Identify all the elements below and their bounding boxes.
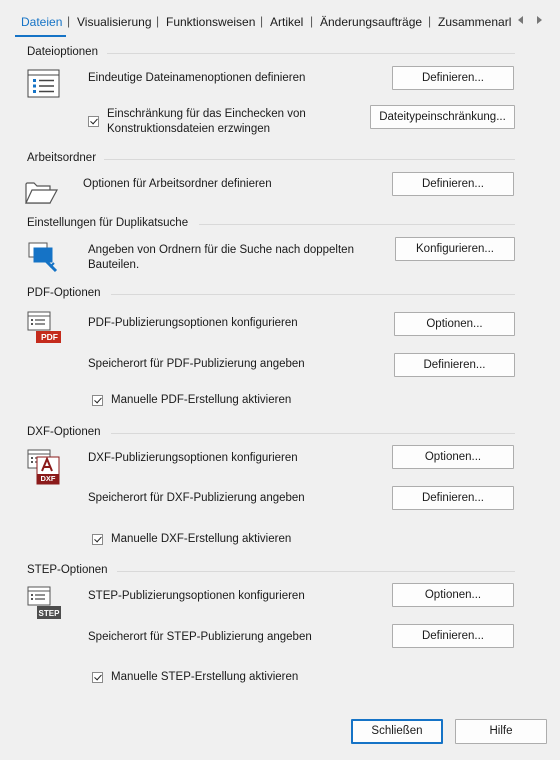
manual-dxf-label: Manuelle DXF-Erstellung aktivieren — [111, 533, 292, 545]
tab-bar: Dateien | Visualisierung | Funktionsweis… — [0, 0, 560, 42]
enforce-checkin-checkbox[interactable] — [88, 116, 99, 127]
define-filename-button[interactable]: Definieren... — [392, 66, 514, 90]
step-badge: STEP — [38, 609, 60, 618]
tab-separator: | — [67, 14, 71, 28]
workspace-options-label: Optionen für Arbeitsordner definieren — [83, 178, 272, 190]
pdf-options-button[interactable]: Optionen... — [394, 312, 515, 336]
tab-separator: | — [428, 14, 432, 28]
tab-separator: | — [310, 14, 314, 28]
filetype-restriction-button[interactable]: Dateitypeinschränkung... — [370, 105, 515, 129]
define-workspace-button[interactable]: Definieren... — [392, 172, 514, 196]
list-document-icon — [27, 69, 61, 102]
section-title-duplicates: Einstellungen für Duplikatsuche — [27, 217, 189, 229]
tab-separator: | — [260, 14, 264, 28]
pdf-location-label: Speicherort für PDF-Publizierung angeben — [88, 358, 305, 370]
tab-scroll-left-icon[interactable] — [518, 16, 523, 24]
manual-pdf-checkbox[interactable] — [92, 395, 103, 406]
tab-zusammenarbeit[interactable]: Zusammenarl — [438, 15, 512, 29]
section-divider — [117, 571, 515, 572]
tab-aenderungsauftraege[interactable]: Änderungsaufträge — [320, 15, 422, 29]
section-divider — [111, 433, 515, 434]
unique-filename-label: Eindeutige Dateinamenoptionen definieren — [88, 72, 306, 84]
section-title-file-options: Dateioptionen — [27, 46, 98, 58]
tab-scroll-right-icon[interactable] — [537, 16, 542, 24]
section-title-dxf: DXF-Optionen — [27, 426, 101, 438]
manual-pdf-label: Manuelle PDF-Erstellung aktivieren — [111, 394, 292, 406]
duplicate-search-icon — [28, 241, 60, 276]
pdf-options-label: PDF-Publizierungsoptionen konfigurieren — [88, 317, 298, 329]
tab-funktionsweisen[interactable]: Funktionsweisen — [166, 15, 255, 29]
manual-step-checkbox[interactable] — [92, 672, 103, 683]
folder-icon — [24, 178, 60, 209]
step-options-label: STEP-Publizierungsoptionen konfigurieren — [88, 590, 305, 602]
step-location-label: Speicherort für STEP-Publizierung angebe… — [88, 631, 312, 643]
tab-visualisierung[interactable]: Visualisierung — [77, 15, 152, 29]
section-divider — [199, 224, 515, 225]
configure-duplicates-button[interactable]: Konfigurieren... — [395, 237, 515, 261]
dxf-badge: DXF — [40, 474, 56, 483]
section-divider — [107, 53, 515, 54]
section-divider — [111, 294, 515, 295]
section-title-pdf: PDF-Optionen — [27, 287, 101, 299]
pdf-badge: PDF — [41, 332, 58, 342]
step-location-button[interactable]: Definieren... — [392, 624, 514, 648]
manual-step-label: Manuelle STEP-Erstellung aktivieren — [111, 671, 299, 683]
manual-dxf-checkbox[interactable] — [92, 534, 103, 545]
pdf-location-button[interactable]: Definieren... — [394, 353, 515, 377]
duplicate-search-label: Angeben von Ordnern für die Suche nach d… — [88, 244, 354, 271]
section-title-step: STEP-Optionen — [27, 564, 108, 576]
step-options-button[interactable]: Optionen... — [392, 583, 514, 607]
section-divider — [104, 159, 515, 160]
help-button[interactable]: Hilfe — [455, 719, 547, 744]
enforce-checkin-label: Einschränkung für das Einchecken von Kon… — [107, 108, 306, 135]
dxf-location-button[interactable]: Definieren... — [392, 486, 514, 510]
dxf-options-label: DXF-Publizierungsoptionen konfigurieren — [88, 452, 298, 464]
dxf-location-label: Speicherort für DXF-Publizierung angeben — [88, 492, 305, 504]
tab-separator: | — [156, 14, 160, 28]
section-title-workspace: Arbeitsordner — [27, 152, 97, 164]
dxf-options-button[interactable]: Optionen... — [392, 445, 514, 469]
tab-dateien[interactable]: Dateien — [21, 15, 62, 29]
active-tab-indicator — [15, 35, 66, 37]
close-button[interactable]: Schließen — [351, 719, 443, 744]
tab-artikel[interactable]: Artikel — [270, 15, 303, 29]
